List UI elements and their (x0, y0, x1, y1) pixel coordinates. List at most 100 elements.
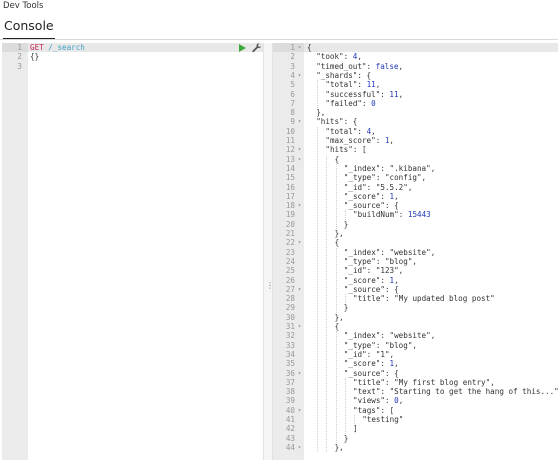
code-token: {} (30, 52, 40, 62)
play-icon[interactable] (238, 44, 246, 52)
line-number: 5 (290, 80, 295, 90)
fold-toggle-icon[interactable]: ▾ (296, 322, 303, 331)
json-punctuation: : (375, 256, 385, 266)
json-string: "testing" (362, 415, 404, 424)
line-number: 40 (285, 405, 295, 415)
line-number: 10 (285, 126, 295, 136)
response-line: 33 "_type": "blog", (273, 341, 558, 350)
code-text: "successful": 11, (325, 90, 403, 99)
json-key: "_id" (343, 182, 367, 192)
request-editor[interactable]: 1 GET /_search 2 {} 3 (2, 43, 263, 460)
json-punctuation: , (407, 182, 413, 192)
line-number: 12 (285, 145, 295, 155)
code-text: }, (316, 108, 325, 117)
response-line: 10 "total": 4, (273, 127, 558, 136)
response-line: 16 "_id": "5.5.2", (273, 183, 558, 192)
line-number: 9 (290, 117, 295, 127)
code-text: { (307, 43, 312, 52)
response-line: 3 "timed_out": false, (273, 62, 558, 71)
code-text: "title": "My updated blog post" (353, 294, 495, 303)
code-text: "_score": 1, (344, 192, 399, 201)
response-line: 4 ▾ "_shards": { (273, 71, 558, 80)
json-key: "buildNum" (353, 210, 399, 220)
response-line: 24 "_type": "blog", (273, 257, 558, 266)
request-gutter (2, 43, 28, 460)
json-punctuation: , (375, 80, 381, 90)
json-string: "123" (375, 266, 399, 276)
json-string: "blog" (384, 340, 413, 350)
code-text: } (344, 434, 349, 443)
fold-toggle-icon[interactable]: ▾ (296, 369, 303, 378)
line-number: 43 (285, 433, 295, 443)
code-text: "title": "My first blog entry", (353, 378, 495, 387)
response-line: 19 "buildNum": 15443 (273, 210, 558, 219)
line-number: 41 (285, 415, 295, 424)
json-punctuation: : (380, 359, 390, 369)
response-viewer[interactable]: 1 ▾{2 "took": 4, 3 "timed_out": false, 4 ▾ "_sh… (273, 43, 558, 460)
line-number: 25 (285, 266, 295, 276)
tab-console[interactable]: Console (3, 18, 55, 40)
fold-toggle-icon[interactable]: ▾ (296, 443, 303, 452)
response-line: 12 ▾ "hits": [ (273, 145, 558, 154)
json-punctuation: , (398, 61, 404, 71)
json-punctuation: { (334, 238, 340, 248)
code-text: "text": "Starting to get the hang of thi… (353, 387, 558, 396)
code-text: "views": 0, (353, 396, 403, 405)
fold-toggle-icon[interactable]: ▾ (296, 238, 303, 247)
request-line[interactable]: 1 GET /_search (2, 43, 263, 52)
response-line: 36 ▾ "_source": { (273, 369, 558, 378)
fold-toggle-icon[interactable]: ▾ (296, 406, 303, 415)
response-line: 25 "_id": "123", (273, 266, 558, 275)
json-key: "tags" (353, 405, 381, 415)
json-punctuation: : (380, 275, 390, 285)
json-string: "website" (389, 331, 431, 341)
line-number: 6 (290, 89, 295, 99)
json-punctuation: { (307, 43, 312, 52)
json-boolean: false (375, 61, 399, 71)
tab-bar: Console (0, 14, 558, 40)
line-number: 44 (285, 442, 295, 452)
json-punctuation: : { (384, 368, 399, 378)
response-line: 2 "took": 4, (273, 52, 558, 61)
line-number: 37 (285, 377, 295, 387)
json-key: "_source" (343, 201, 385, 211)
json-punctuation: : (357, 126, 367, 136)
fold-toggle-icon[interactable]: ▾ (296, 71, 303, 80)
response-line: 40 ▾ "tags": [ (273, 406, 558, 415)
resize-handle-icon[interactable]: ⋮ (266, 281, 274, 291)
fold-toggle-icon[interactable]: ▾ (296, 117, 303, 126)
code-text: "_score": 1, (344, 359, 399, 368)
json-punctuation: ] (353, 424, 358, 434)
json-key: "max_score" (325, 136, 376, 145)
fold-toggle-icon[interactable]: ▾ (296, 285, 303, 294)
code-text: { (335, 322, 340, 331)
pane-resizer[interactable]: ⋮ (263, 43, 274, 460)
json-punctuation: , (394, 275, 399, 285)
json-punctuation: : (366, 266, 376, 276)
fold-toggle-icon[interactable]: ▾ (296, 201, 303, 210)
response-line: 43} (273, 434, 558, 443)
response-line: 22 ▾ { (273, 238, 558, 247)
json-punctuation: : { (384, 201, 399, 211)
code-text: "_source": { (344, 369, 399, 378)
request-line[interactable]: 3 (2, 62, 263, 71)
fold-toggle-icon[interactable]: ▾ (296, 155, 303, 164)
wrench-icon[interactable] (252, 43, 262, 53)
response-line: 38 "text": "Starting to get the hang of t… (273, 387, 558, 396)
json-key: "views" (353, 396, 386, 406)
line-number: 8 (290, 108, 295, 118)
code-text: "_score": 1, (344, 276, 399, 285)
json-string: "blog" (384, 256, 413, 266)
json-punctuation: : (380, 331, 390, 341)
json-punctuation: : (366, 61, 376, 71)
line-number: 26 (285, 275, 295, 285)
fold-toggle-icon[interactable]: ▾ (296, 43, 303, 52)
response-line: 18 ▾ "_source": { (273, 201, 558, 210)
code-text: "_id": "5.5.2", (344, 183, 413, 192)
code-text: { (335, 238, 340, 247)
response-line: 42] (273, 424, 558, 433)
fold-toggle-icon[interactable]: ▾ (296, 145, 303, 154)
line-number: 30 (285, 312, 295, 322)
request-line[interactable]: 2 {} (2, 52, 263, 61)
json-punctuation: }, (334, 442, 344, 452)
